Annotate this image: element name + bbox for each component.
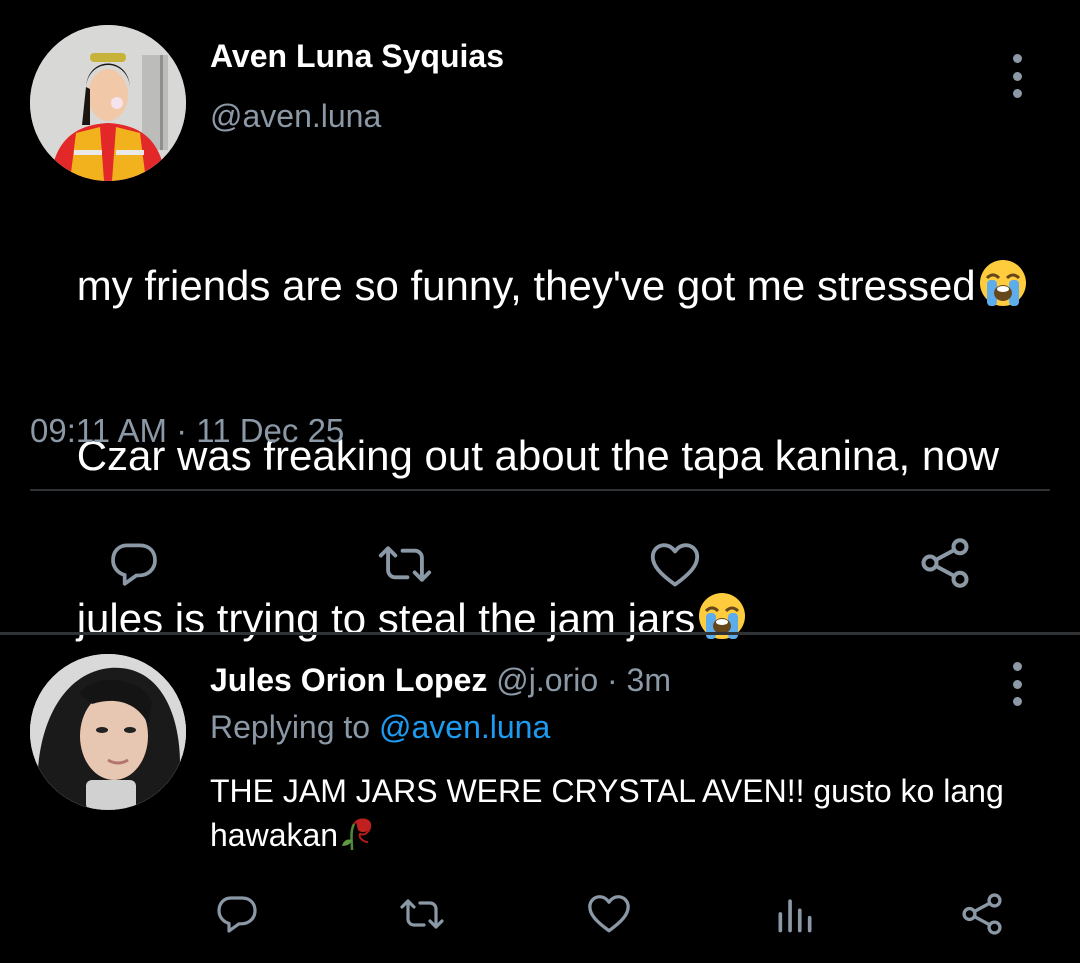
reply-retweet-button[interactable] bbox=[394, 890, 450, 938]
reply-more-options-icon[interactable] bbox=[1007, 662, 1027, 706]
tweet-detail-screen: Aven Luna Syquias @aven.luna my friends … bbox=[0, 0, 1080, 963]
reply-icon bbox=[111, 543, 157, 586]
retweet-button[interactable] bbox=[372, 534, 438, 594]
reply-header: Jules Orion Lopez @j.orio · 3m bbox=[210, 662, 671, 699]
like-icon bbox=[588, 895, 630, 933]
replying-to: Replying to @aven.luna bbox=[210, 709, 550, 746]
reply-share-button[interactable] bbox=[956, 888, 1008, 940]
reply-text-body: THE JAM JARS WERE CRYSTAL AVEN!! gusto k… bbox=[210, 773, 1004, 853]
tweet-timestamp[interactable]: 09:11 AM · 11 Dec 25 bbox=[30, 412, 344, 450]
replying-to-mention[interactable]: @aven.luna bbox=[379, 709, 550, 745]
more-options-icon[interactable] bbox=[1007, 54, 1027, 98]
like-button[interactable] bbox=[645, 534, 705, 594]
like-icon bbox=[650, 543, 700, 587]
tweet-line-1: my friends are so funny, they've got me … bbox=[76, 262, 976, 309]
replying-to-label: Replying to bbox=[210, 709, 371, 745]
author-handle[interactable]: @aven.luna bbox=[210, 98, 381, 135]
author-avatar[interactable] bbox=[30, 25, 186, 181]
retweet-icon bbox=[400, 899, 444, 929]
reply-analytics-button[interactable] bbox=[772, 892, 818, 936]
loudly-crying-face-icon bbox=[978, 258, 1028, 321]
loudly-crying-face-icon bbox=[697, 591, 747, 654]
share-icon bbox=[921, 538, 969, 588]
avatar-photo-icon bbox=[30, 654, 186, 810]
divider bbox=[30, 489, 1050, 491]
reply-icon bbox=[217, 896, 257, 933]
reply-button[interactable] bbox=[104, 534, 164, 594]
analytics-icon bbox=[778, 899, 812, 933]
share-button[interactable] bbox=[914, 532, 976, 594]
reply-like-button[interactable] bbox=[584, 888, 634, 938]
wilted-flower-icon bbox=[338, 812, 376, 862]
reply-author-name[interactable]: Jules Orion Lopez bbox=[210, 662, 487, 698]
retweet-icon bbox=[378, 546, 432, 582]
reply-author-avatar[interactable] bbox=[30, 654, 186, 810]
avatar-photo-icon bbox=[30, 25, 186, 181]
share-icon bbox=[962, 893, 1002, 935]
reply-handle-time[interactable]: @j.orio · 3m bbox=[496, 662, 671, 698]
divider bbox=[0, 632, 1080, 635]
reply-reply-button[interactable] bbox=[212, 890, 262, 938]
reply-text: THE JAM JARS WERE CRYSTAL AVEN!! gusto k… bbox=[210, 770, 1050, 862]
author-name[interactable]: Aven Luna Syquias bbox=[210, 38, 504, 75]
